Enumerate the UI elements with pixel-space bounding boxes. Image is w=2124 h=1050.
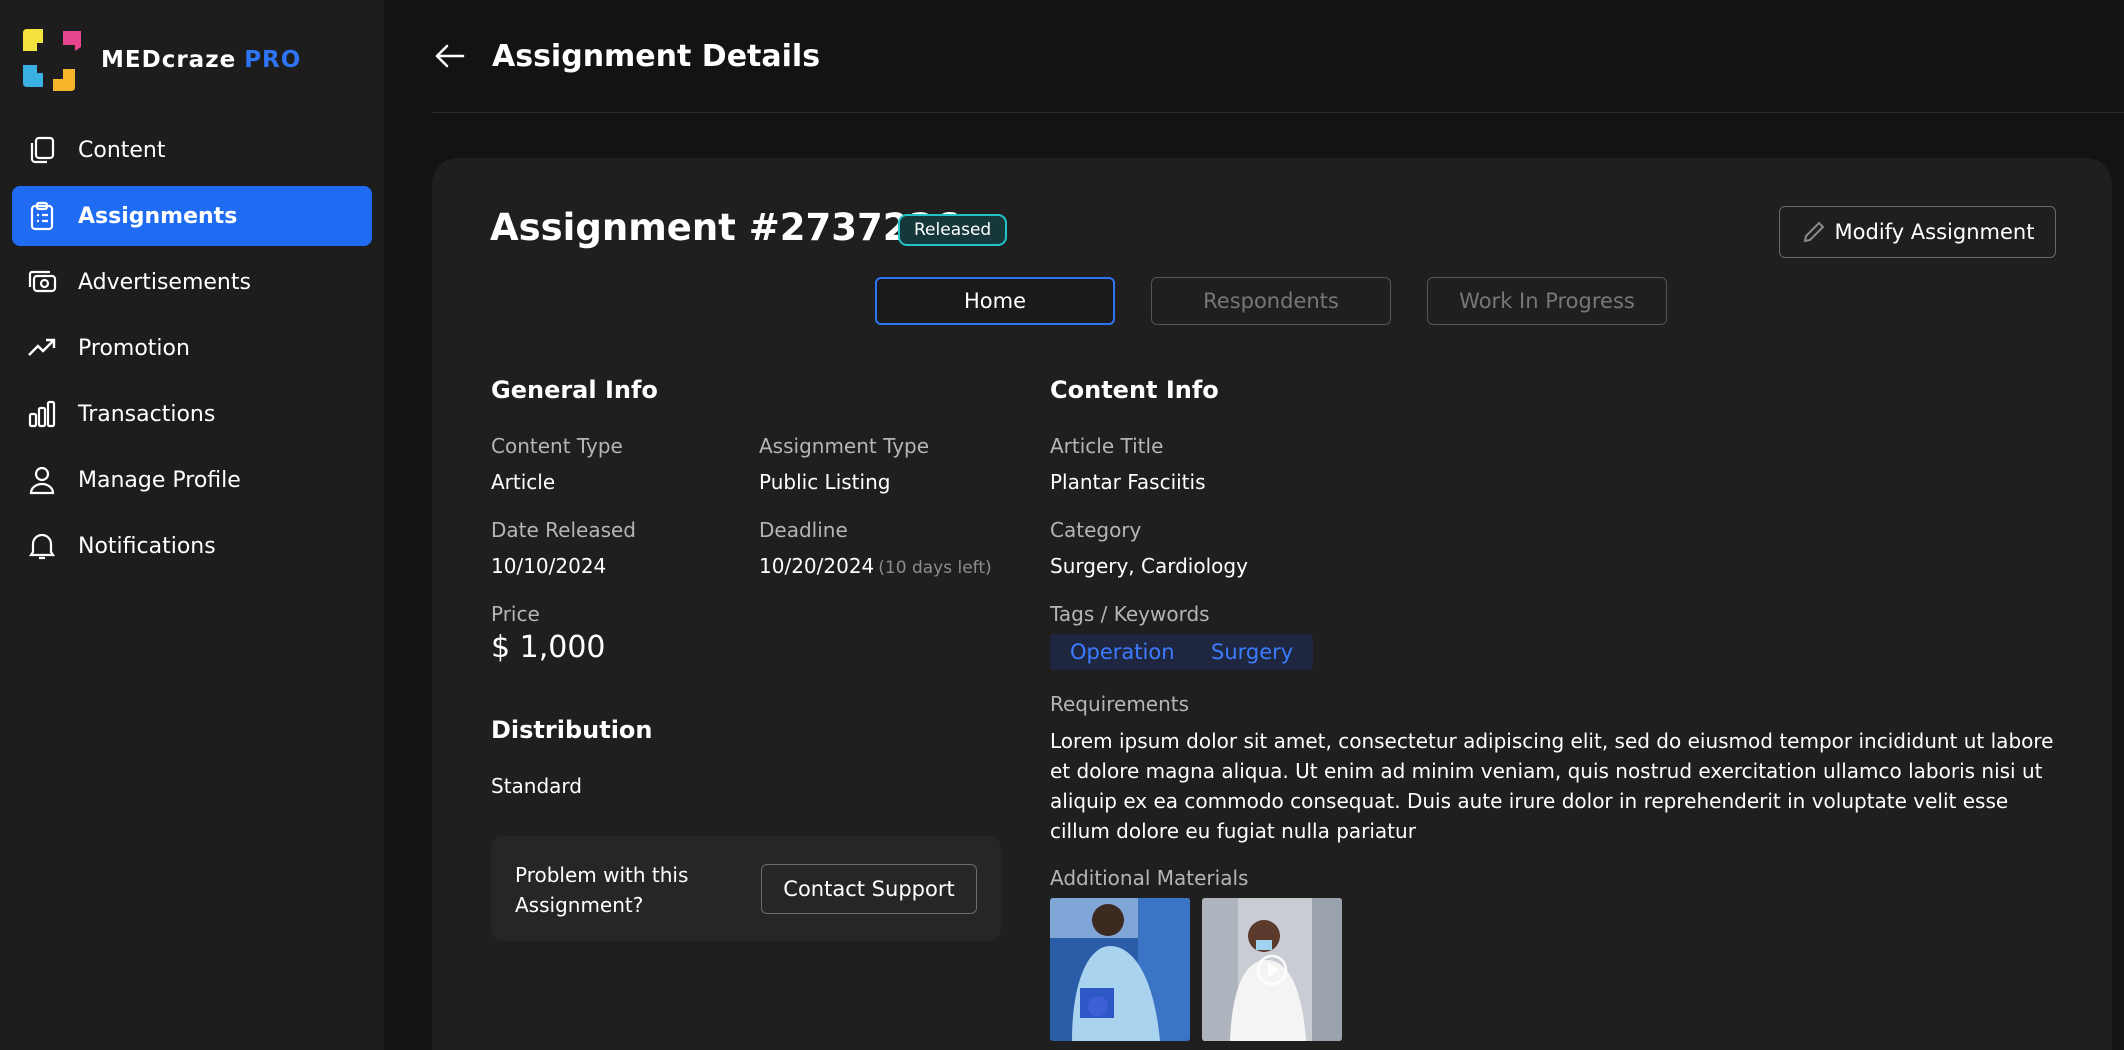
- status-badge: Released: [898, 214, 1008, 246]
- deadline-value: 10/20/2024 (10 days left): [759, 554, 992, 578]
- sidebar-item-label: Content: [78, 137, 166, 163]
- assignment-card: Assignment #2737236 Released Modify Assi…: [432, 158, 2112, 1050]
- sidebar-item-label: Transactions: [78, 401, 216, 427]
- modify-assignment-label: Modify Assignment: [1834, 220, 2035, 244]
- assignment-type-value: Public Listing: [759, 470, 891, 494]
- money-icon: [26, 266, 58, 298]
- sidebar-item-label: Notifications: [78, 533, 216, 559]
- pages-icon: [26, 134, 58, 166]
- sidebar-item-promotion[interactable]: Promotion: [12, 318, 372, 378]
- material-video-thumbnail[interactable]: [1202, 898, 1342, 1041]
- general-info-title: General Info: [491, 376, 658, 404]
- price-value: $ 1,000: [491, 630, 606, 665]
- clipboard-icon: [26, 200, 58, 232]
- arrow-left-icon[interactable]: [432, 38, 468, 74]
- bar-chart-icon: [26, 398, 58, 430]
- price-label: Price: [491, 602, 540, 626]
- sidebar-item-transactions[interactable]: Transactions: [12, 384, 372, 444]
- days-left-note: (10 days left): [878, 558, 992, 578]
- bell-icon: [26, 530, 58, 562]
- material-image-thumbnail[interactable]: [1050, 898, 1190, 1041]
- date-released-value: 10/10/2024: [491, 554, 607, 578]
- content-type-value: Article: [491, 470, 556, 494]
- requirements-text: Lorem ipsum dolor sit amet, consectetur …: [1050, 729, 2054, 843]
- sidebar-item-notifications[interactable]: Notifications: [12, 516, 372, 576]
- article-title-label: Article Title: [1050, 434, 1164, 458]
- page-header: Assignment Details: [432, 0, 2124, 113]
- sidebar: MEDcraze PRO Content Assignments Advertis…: [0, 0, 384, 1050]
- sidebar-item-label: Assignments: [78, 203, 238, 229]
- distribution-value: Standard: [491, 774, 582, 798]
- sidebar-item-assignments[interactable]: Assignments: [12, 186, 372, 246]
- sidebar-item-manage-profile[interactable]: Manage Profile: [12, 450, 372, 510]
- content-info-title: Content Info: [1050, 376, 1219, 404]
- sidebar-item-label: Advertisements: [78, 269, 251, 295]
- deadline-label: Deadline: [759, 518, 848, 542]
- pencil-icon: [1803, 221, 1824, 243]
- contact-support-button[interactable]: Contact Support: [761, 864, 977, 914]
- sidebar-item-advertisements[interactable]: Advertisements: [12, 252, 372, 312]
- assignment-type-label: Assignment Type: [759, 434, 930, 458]
- requirements-label: Requirements: [1050, 692, 1190, 716]
- sidebar-item-label: Promotion: [78, 335, 190, 361]
- category-label: Category: [1050, 518, 1142, 542]
- tags-label: Tags / Keywords: [1050, 602, 1210, 626]
- sidebar-nav: Content Assignments Advertisements Promo…: [12, 120, 372, 582]
- brand-name: MEDcraze PRO: [101, 47, 302, 73]
- date-released-label: Date Released: [491, 518, 636, 542]
- tag-chip[interactable]: Operation: [1050, 634, 1195, 670]
- page-title: Assignment Details: [492, 38, 821, 74]
- tab-work-in-progress[interactable]: Work In Progress: [1427, 277, 1667, 325]
- modify-assignment-button[interactable]: Modify Assignment: [1779, 206, 2056, 258]
- article-title-value: Plantar Fasciitis: [1050, 470, 1206, 494]
- trending-up-icon: [26, 332, 58, 364]
- content-type-label: Content Type: [491, 434, 623, 458]
- support-text: Problem with this Assignment?: [515, 863, 689, 917]
- materials-label: Additional Materials: [1050, 866, 1249, 890]
- distribution-title: Distribution: [491, 716, 653, 744]
- user-icon: [26, 464, 58, 496]
- category-value: Surgery, Cardiology: [1050, 554, 1248, 578]
- tab-home[interactable]: Home: [875, 277, 1115, 325]
- brand[interactable]: MEDcraze PRO: [23, 29, 301, 91]
- tag-chip[interactable]: Surgery: [1191, 634, 1314, 670]
- tab-respondents[interactable]: Respondents: [1151, 277, 1391, 325]
- medcraze-logo-icon: [23, 29, 83, 91]
- tab-bar: Home Respondents Work In Progress: [875, 277, 1703, 325]
- sidebar-item-label: Manage Profile: [78, 467, 241, 493]
- sidebar-item-content[interactable]: Content: [12, 120, 372, 180]
- assignment-title: Assignment #2737236: [490, 206, 960, 249]
- support-box: Problem with this Assignment? Contact Su…: [491, 836, 1001, 941]
